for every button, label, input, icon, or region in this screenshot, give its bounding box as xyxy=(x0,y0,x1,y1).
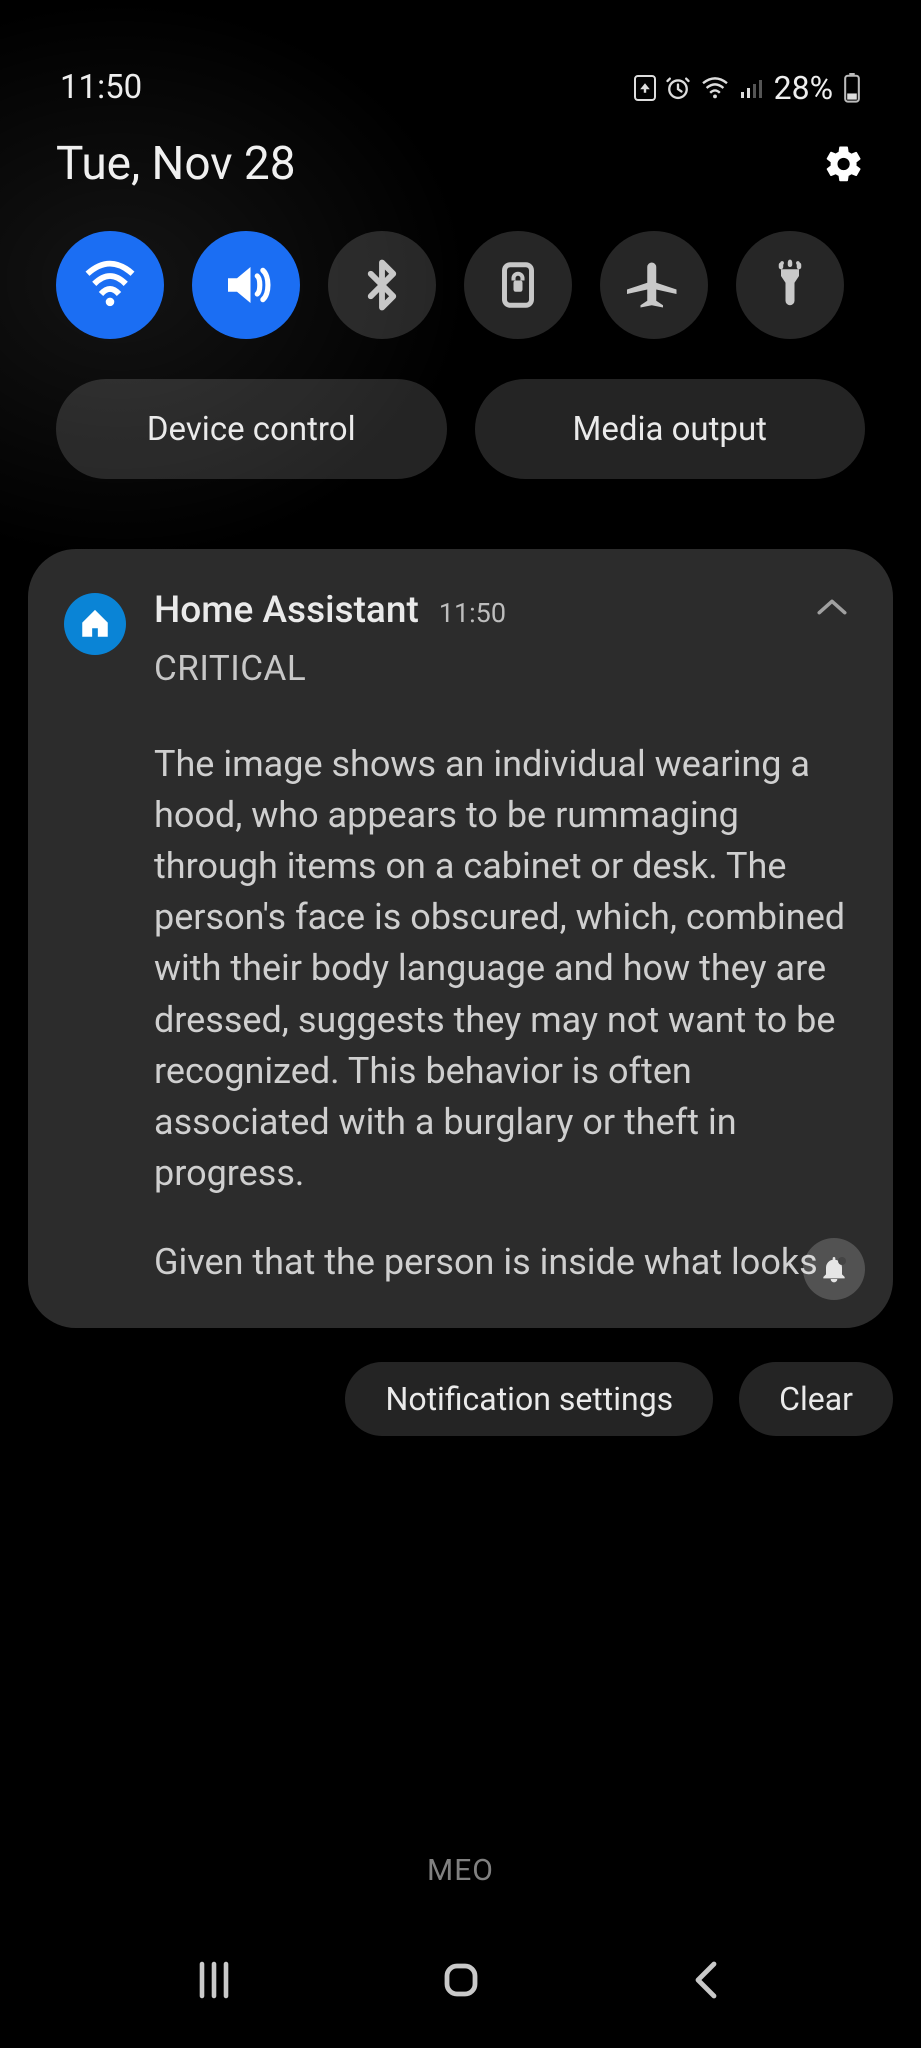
battery-icon xyxy=(843,73,861,103)
notification-header: Home Assistant 11:50 CRITICAL xyxy=(68,589,853,689)
app-icon xyxy=(64,593,126,655)
app-status-icon xyxy=(634,75,656,101)
bell-icon xyxy=(818,1253,850,1285)
notification-body-p2: Given that the person is inside what loo… xyxy=(154,1237,847,1288)
notification-time: 11:50 xyxy=(439,597,506,629)
airplane-icon xyxy=(627,258,681,312)
gear-icon xyxy=(823,143,865,185)
date-text: Tue, Nov 28 xyxy=(56,137,296,191)
airplane-toggle[interactable] xyxy=(600,231,708,339)
settings-button[interactable] xyxy=(823,143,865,185)
media-output-button[interactable]: Media output xyxy=(475,379,866,479)
status-right: 28% xyxy=(634,69,861,107)
wifi-status-icon xyxy=(700,76,730,100)
status-time: 11:50 xyxy=(60,68,142,107)
rotation-lock-icon xyxy=(491,258,545,312)
alarm-icon xyxy=(664,74,692,102)
bluetooth-toggle[interactable] xyxy=(328,231,436,339)
notification-app-name: Home Assistant xyxy=(154,589,419,632)
device-control-button[interactable]: Device control xyxy=(56,379,447,479)
notification-subtitle: CRITICAL xyxy=(154,648,506,689)
notification-settings-button[interactable]: Notification settings xyxy=(345,1362,713,1436)
home-button[interactable] xyxy=(437,1956,485,2008)
rotation-lock-toggle[interactable] xyxy=(464,231,572,339)
sound-icon xyxy=(219,258,273,312)
date-row: Tue, Nov 28 xyxy=(0,107,921,191)
status-bar: 11:50 28% xyxy=(0,0,921,107)
back-icon xyxy=(684,1956,732,2004)
recents-icon xyxy=(190,1956,238,2004)
notification-actions: Notification settings Clear xyxy=(0,1328,921,1436)
wifi-toggle[interactable] xyxy=(56,231,164,339)
sound-toggle[interactable] xyxy=(192,231,300,339)
status-icons xyxy=(634,74,764,102)
notification-body-p1: The image shows an individual wearing a … xyxy=(154,739,847,1199)
flashlight-toggle[interactable] xyxy=(736,231,844,339)
navigation-bar xyxy=(0,1956,921,2008)
carrier-label: MEO xyxy=(0,1853,921,1888)
back-button[interactable] xyxy=(684,1956,732,2008)
quick-settings xyxy=(0,191,921,339)
bluetooth-icon xyxy=(355,258,409,312)
recents-button[interactable] xyxy=(190,1956,238,2008)
chevron-up-icon xyxy=(815,597,849,617)
home-icon xyxy=(437,1956,485,2004)
notification-bell-button[interactable] xyxy=(803,1238,865,1300)
clear-button[interactable]: Clear xyxy=(739,1362,893,1436)
notification-body: The image shows an individual wearing a … xyxy=(68,739,853,1288)
notification-card[interactable]: Home Assistant 11:50 CRITICAL The image … xyxy=(28,549,893,1328)
collapse-chevron[interactable] xyxy=(815,597,849,621)
home-assistant-icon xyxy=(78,607,112,641)
battery-percent: 28% xyxy=(774,69,833,107)
signal-icon xyxy=(738,76,764,100)
pill-row: Device control Media output xyxy=(0,339,921,479)
wifi-icon xyxy=(83,258,137,312)
flashlight-icon xyxy=(763,258,817,312)
